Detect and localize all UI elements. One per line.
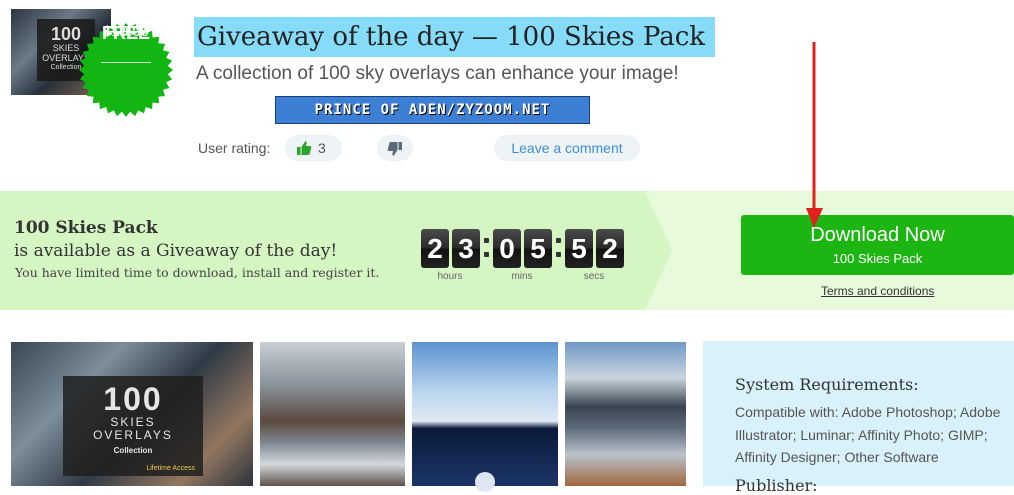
dislike-button[interactable] [377,135,413,161]
download-button-sublabel: 100 Skies Pack [832,251,923,266]
gallery-image-sky-3[interactable] [565,342,686,486]
cover-title-box: 100 SKIES OVERLAYS Collection Lifetime A… [63,376,203,476]
countdown-mins-label: mins [511,271,533,282]
thumbs-down-icon [387,142,402,156]
countdown-secs-label: secs [583,271,605,282]
system-requirements-title: System Requirements: [735,375,919,394]
like-button[interactable]: 3 [285,135,342,161]
download-button-label: Download Now [810,224,945,246]
banner-product-name: 100 Skies Pack [14,218,158,238]
countdown-separator [484,234,490,260]
red-arrow-icon [806,42,823,228]
cover-line3: Collection [113,446,153,455]
download-now-button[interactable]: Download Now 100 Skies Pack [741,215,1014,275]
badge-divider [101,62,151,63]
countdown-digit: 0 [493,229,521,268]
like-count: 3 [318,140,326,156]
gallery-image-cover[interactable]: 100 SKIES OVERLAYS Collection Lifetime A… [11,342,253,486]
user-rating-label: User rating: [198,140,271,156]
terms-and-conditions-link[interactable]: Terms and conditions [821,284,934,298]
page-subtitle: A collection of 100 sky overlays can enh… [196,63,679,84]
leave-comment-link[interactable]: Leave a comment [494,135,640,161]
cover-number: 100 [103,381,163,417]
cover-line2: OVERLAYS [93,428,173,442]
thumbs-up-icon [297,141,312,155]
free-badge: $19.00 FREE TODAY [79,23,173,117]
countdown-separator [556,234,562,260]
countdown-digit: 3 [452,229,480,268]
countdown-digit: 2 [596,229,624,268]
cover-line4: Lifetime Access [146,465,195,472]
gallery-image-sky-2[interactable] [412,342,558,492]
banner-availability: is available as a Giveaway of the day! [14,241,338,261]
banner-limited-time: You have limited time to download, insta… [15,265,380,280]
page-title: Giveaway of the day — 100 Skies Pack [194,17,716,57]
countdown-hours-label: hours [437,271,463,282]
countdown-digit: 2 [421,229,449,268]
gallery-image-sky-1[interactable] [260,342,405,486]
today-label: TODAY [104,23,148,38]
countdown-digit: 5 [524,229,552,268]
watermark-banner: PRINCE OF ADEN/ZYZOOM.NET [275,96,590,124]
countdown-digit: 5 [565,229,593,268]
moon-shape [475,472,495,492]
compatibility-text: Compatible with: Adobe Photoshop; Adobe … [735,404,1001,465]
